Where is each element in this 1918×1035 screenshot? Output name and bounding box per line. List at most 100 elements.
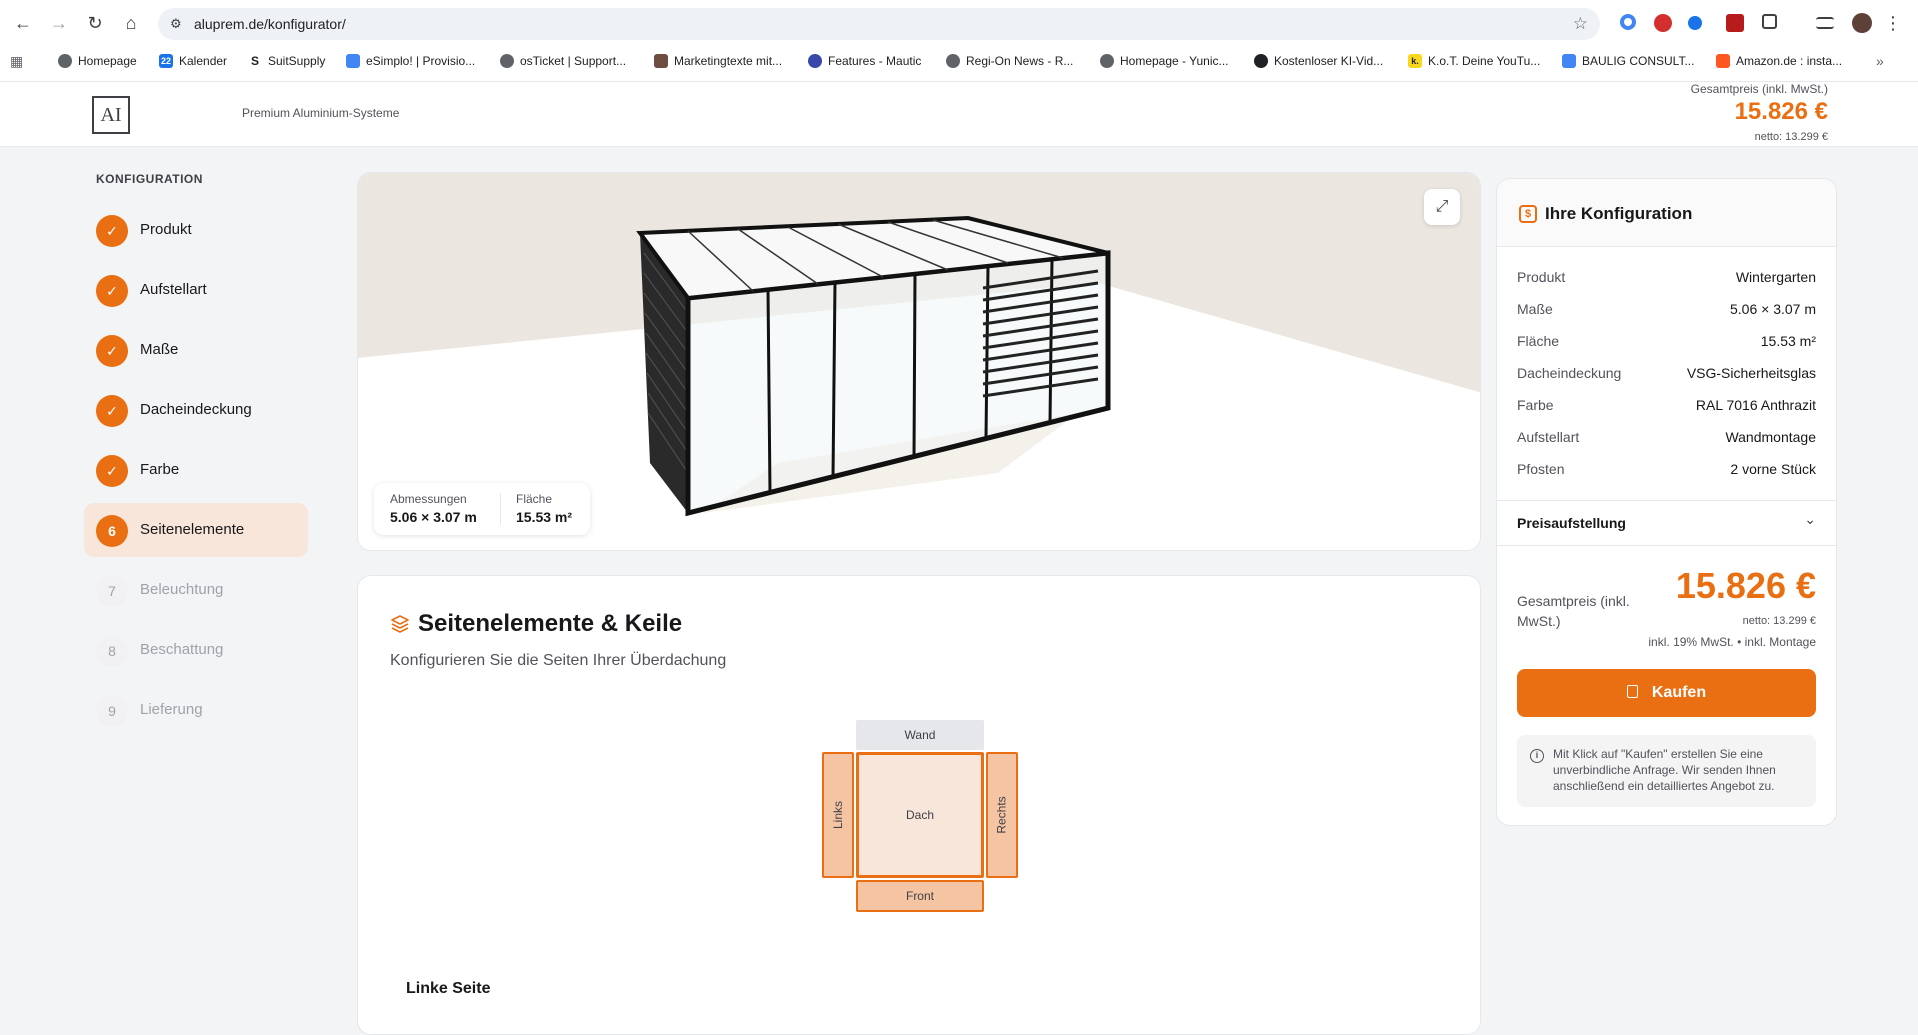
mautic-icon <box>808 54 822 68</box>
side-elements-panel: Seitenelemente & Keile Konfigurieren Sie… <box>357 575 1481 1035</box>
bookmark-item[interactable]: osTicket | Support... <box>500 50 626 72</box>
sides-diagram: Wand Links Dach Rechts Front <box>822 720 1022 920</box>
area-label: Fläche <box>516 492 553 506</box>
forward-icon[interactable]: → <box>48 12 70 34</box>
back-icon[interactable]: ← <box>12 12 34 34</box>
step-label: Produkt <box>140 221 192 238</box>
3d-viewer[interactable]: ⤢ Abmessungen 5.06 × 3.07 m Fläche 15.53… <box>357 172 1481 551</box>
row-key: Produkt <box>1517 269 1566 285</box>
extension-wave-icon[interactable] <box>1688 16 1702 30</box>
step-label: Farbe <box>140 461 180 478</box>
step-number: 8 <box>96 635 128 667</box>
row-value: VSG-Sicherheitsglas <box>1686 365 1816 381</box>
header-netto: netto: 13.299 € <box>1754 131 1828 143</box>
bookmark-item[interactable]: Amazon.de : insta... <box>1716 50 1842 72</box>
total-price: 15.826 € <box>1675 565 1816 606</box>
bookmark-item[interactable]: Homepage <box>58 50 137 72</box>
bookmark-item[interactable]: eSimplo! | Provisio... <box>346 50 475 72</box>
suitsupply-icon: S <box>250 54 259 68</box>
step-label: Beleuchtung <box>140 581 224 598</box>
step-produkt[interactable]: ✓ Produkt <box>84 203 308 257</box>
bookmarks-bar: ▦ Homepage 22 Kalender S SuitSupply eSimpl… <box>0 50 1918 72</box>
step-seitenelemente[interactable]: 6 Seitenelemente <box>84 503 308 557</box>
check-icon: ✓ <box>96 455 128 487</box>
dollar-icon: $ <box>1519 205 1537 223</box>
browser-toolbar: ← → ↻ ⌂ ⚙ aluprem.de/konfigurator/ ☆ ⋮ <box>0 0 1918 46</box>
step-label: Maße <box>140 341 179 358</box>
buy-button[interactable]: Kaufen <box>1517 669 1816 717</box>
step-aufstellart[interactable]: ✓ Aufstellart <box>84 263 308 317</box>
fullscreen-icon[interactable]: ⤢ <box>1424 189 1460 225</box>
bookmark-label: Homepage - Yunic... <box>1120 54 1229 68</box>
divider <box>1497 545 1836 546</box>
site-info-icon[interactable]: ⚙ <box>170 16 186 32</box>
bookmark-item[interactable]: 22 Kalender <box>159 50 227 72</box>
bookmark-item[interactable]: k. K.o.T. Deine YouTu... <box>1408 50 1540 72</box>
total-label: Gesamtpreis (inkl. MwSt.) <box>1517 593 1630 629</box>
profile-avatar[interactable] <box>1852 13 1872 33</box>
address-bar[interactable]: ⚙ aluprem.de/konfigurator/ ☆ <box>158 8 1600 40</box>
bookmark-item[interactable]: Features - Mautic <box>808 50 921 72</box>
more-bookmarks-icon[interactable]: » <box>1876 50 1884 72</box>
step-masse[interactable]: ✓ Maße <box>84 323 308 377</box>
esimplo-icon <box>346 54 360 68</box>
site-header: AI Premium Aluminium-Systeme Gesamtpreis… <box>0 82 1918 147</box>
logo[interactable]: AI <box>92 96 130 134</box>
roof-area: Dach <box>856 752 984 878</box>
front-side-toggle[interactable]: Front <box>856 880 984 912</box>
layers-svg <box>391 615 409 633</box>
bookmark-item[interactable]: Homepage - Yunic... <box>1100 50 1229 72</box>
extension-shield-icon[interactable] <box>1654 14 1672 32</box>
step-lieferung[interactable]: 9 Lieferung <box>84 683 308 737</box>
right-side-toggle[interactable]: Rechts <box>986 752 1018 878</box>
summary-row: Dacheindeckung VSG-Sicherheitsglas <box>1517 365 1816 385</box>
extension-color-icon[interactable] <box>1620 14 1636 30</box>
reload-icon[interactable]: ↻ <box>84 12 106 34</box>
step-number: 7 <box>96 575 128 607</box>
more-menu-icon[interactable]: ⋮ <box>1882 12 1904 34</box>
right-label: Rechts <box>995 796 1010 834</box>
step-label: Aufstellart <box>140 281 207 298</box>
extensions-puzzle-icon[interactable] <box>1762 14 1777 29</box>
row-value: Wandmontage <box>1725 429 1816 445</box>
bookmark-label: Kalender <box>179 54 228 68</box>
summary-row: Fläche 15.53 m² <box>1517 333 1816 353</box>
tagline: Premium Aluminium-Systeme <box>242 106 400 120</box>
apps-grid-icon[interactable]: ▦ <box>10 50 23 72</box>
chevron-down-icon[interactable]: ⌄ <box>1804 511 1816 528</box>
home-icon[interactable]: ⌂ <box>120 12 142 34</box>
extension-badge-icon[interactable] <box>1726 14 1744 32</box>
step-beschattung[interactable]: 8 Beschattung <box>84 623 308 677</box>
row-key: Aufstellart <box>1517 429 1580 445</box>
summary-row: Maße 5.06 × 3.07 m <box>1517 301 1816 321</box>
row-key: Pfosten <box>1517 461 1565 477</box>
bookmark-item[interactable]: Kostenloser KI-Vid... <box>1254 50 1383 72</box>
step-label: Dacheindeckung <box>140 401 252 418</box>
steps-title: KONFIGURATION <box>96 172 203 186</box>
row-value: 15.53 m² <box>1760 333 1816 349</box>
reading-list-icon[interactable] <box>1816 17 1834 29</box>
marketing-icon <box>654 54 668 68</box>
bookmark-star-icon[interactable]: ☆ <box>1573 14 1588 34</box>
configuration-summary: $ Ihre Konfiguration Produkt Wintergarten… <box>1496 178 1837 826</box>
step-beleuchtung[interactable]: 7 Beleuchtung <box>84 563 308 617</box>
step-farbe[interactable]: ✓ Farbe <box>84 443 308 497</box>
bookmark-label: osTicket | Support... <box>520 54 627 68</box>
price-breakdown-toggle[interactable]: Preisaufstellung <box>1517 515 1626 531</box>
bookmark-item[interactable]: Regi-On News - R... <box>946 50 1073 72</box>
bookmark-label: eSimplo! | Provisio... <box>366 54 476 68</box>
row-value: 2 vorne Stück <box>1730 461 1816 477</box>
panel-title: Seitenelemente & Keile <box>418 610 683 637</box>
step-label: Lieferung <box>140 701 203 718</box>
wall-label: Wand <box>904 728 936 742</box>
bookmark-label: Homepage <box>78 54 137 68</box>
left-side-toggle[interactable]: Links <box>822 752 854 878</box>
bookmark-label: Regi-On News - R... <box>966 54 1074 68</box>
yunic-icon <box>1100 54 1114 68</box>
buy-label: Kaufen <box>1651 684 1707 701</box>
bookmark-item[interactable]: Marketingtexte mit... <box>654 50 782 72</box>
bookmark-item[interactable]: BAULIG CONSULT... <box>1562 50 1694 72</box>
summary-title: Ihre Konfiguration <box>1545 204 1693 223</box>
bookmark-item[interactable]: S SuitSupply <box>248 50 325 72</box>
step-dacheindeckung[interactable]: ✓ Dacheindeckung <box>84 383 308 437</box>
